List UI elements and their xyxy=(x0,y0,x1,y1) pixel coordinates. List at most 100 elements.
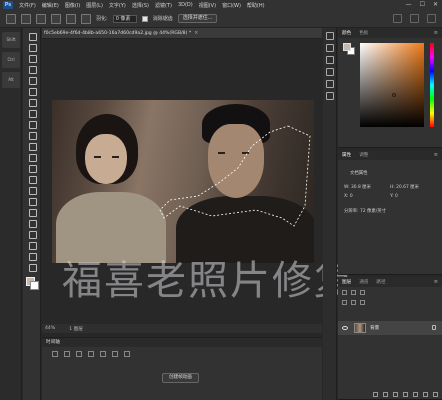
panel-menu-icon[interactable]: ≡ xyxy=(434,279,438,285)
photo-canvas[interactable] xyxy=(52,100,314,263)
share-icon[interactable] xyxy=(427,14,436,23)
search-icon[interactable] xyxy=(393,14,402,23)
lock-pixels-icon[interactable] xyxy=(342,299,347,305)
add-to-selection-icon[interactable] xyxy=(51,13,61,24)
ctrl-key-button[interactable]: Ctrl xyxy=(2,52,20,68)
create-frame-animation-button[interactable]: 创建帧动画 xyxy=(162,373,199,383)
subtract-selection-icon[interactable] xyxy=(66,13,76,24)
transition-icon[interactable] xyxy=(124,351,130,357)
pen-tool-icon[interactable] xyxy=(27,197,37,206)
adjustment-layer-icon[interactable] xyxy=(403,391,408,397)
audio-icon[interactable] xyxy=(100,351,106,357)
menu-window[interactable]: 窗口(W) xyxy=(222,2,241,9)
select-and-mask-button[interactable]: 选择并遮住... xyxy=(177,14,218,23)
dodge-tool-icon[interactable] xyxy=(27,186,37,195)
panel-menu-icon[interactable]: ≡ xyxy=(434,152,438,158)
lock-position-icon[interactable] xyxy=(351,299,356,305)
new-selection-icon[interactable] xyxy=(36,13,46,24)
hue-slider[interactable] xyxy=(430,43,434,127)
hand-tool-icon[interactable] xyxy=(27,241,37,250)
minimize-button[interactable]: — xyxy=(406,1,412,8)
link-layers-icon[interactable] xyxy=(373,391,378,397)
menu-3d[interactable]: 3D(D) xyxy=(178,2,193,8)
menu-select[interactable]: 选择(S) xyxy=(132,2,149,9)
width-value[interactable]: W: 30.8 厘米 xyxy=(344,184,371,190)
picker-cursor[interactable] xyxy=(392,93,396,97)
workspace-icon[interactable] xyxy=(410,14,419,23)
tab-properties[interactable]: 属性 xyxy=(342,152,351,158)
healing-brush-tool-icon[interactable] xyxy=(27,109,37,118)
edit-toolbar-icon[interactable] xyxy=(27,263,37,272)
history-panel-icon[interactable] xyxy=(325,32,334,40)
color-panel-foreground-swatch[interactable] xyxy=(343,43,351,51)
doc-info[interactable]: 1 图层 xyxy=(69,326,83,332)
crop-tool-icon[interactable] xyxy=(27,76,37,85)
menu-file[interactable]: 文件(F) xyxy=(19,2,36,9)
styles-panel-icon[interactable] xyxy=(325,56,334,64)
lasso-tool-icon[interactable] xyxy=(27,54,37,63)
split-icon[interactable] xyxy=(112,351,118,357)
add-mask-icon[interactable] xyxy=(393,391,398,397)
panel-menu-icon[interactable]: ≡ xyxy=(434,30,438,36)
layer-name[interactable]: 背景 xyxy=(370,325,379,331)
opacity-icon[interactable] xyxy=(360,289,365,295)
first-frame-icon[interactable] xyxy=(52,351,58,357)
layer-row-background[interactable]: 背景 xyxy=(338,321,442,335)
eyedropper-tool-icon[interactable] xyxy=(27,98,37,107)
gradient-tool-icon[interactable] xyxy=(27,164,37,173)
new-layer-icon[interactable] xyxy=(423,391,428,397)
close-tab-icon[interactable]: × xyxy=(194,30,198,36)
move-tool-icon[interactable] xyxy=(27,32,37,41)
background-color-swatch[interactable] xyxy=(30,281,39,290)
visibility-eye-icon[interactable] xyxy=(342,326,348,330)
tab-channels[interactable]: 通道 xyxy=(359,279,368,285)
path-select-tool-icon[interactable] xyxy=(27,219,37,228)
new-group-icon[interactable] xyxy=(413,391,418,397)
tab-color[interactable]: 颜色 xyxy=(342,30,351,36)
trash-icon[interactable] xyxy=(433,391,438,397)
shape-tool-icon[interactable] xyxy=(27,230,37,239)
intersect-selection-icon[interactable] xyxy=(81,13,91,24)
menu-view[interactable]: 视图(V) xyxy=(199,2,216,9)
quick-select-tool-icon[interactable] xyxy=(27,65,37,74)
menu-help[interactable]: 帮助(H) xyxy=(247,2,265,9)
height-value[interactable]: H: 20.67 厘米 xyxy=(390,184,419,190)
tab-swatches[interactable]: 色板 xyxy=(359,30,368,36)
menu-layer[interactable]: 图层(L) xyxy=(86,2,103,9)
paragraph-panel-icon[interactable] xyxy=(325,80,334,88)
menu-edit[interactable]: 编辑(E) xyxy=(42,2,59,9)
type-tool-icon[interactable] xyxy=(27,208,37,217)
filter-kind-icon[interactable] xyxy=(342,289,347,295)
y-value[interactable]: Y: 0 xyxy=(390,194,398,199)
prev-frame-icon[interactable] xyxy=(64,351,70,357)
tab-adjustments[interactable]: 调整 xyxy=(359,152,368,158)
shift-key-button[interactable]: Shift xyxy=(2,32,20,48)
blend-mode-icon[interactable] xyxy=(351,289,356,295)
zoom-level[interactable]: 44% xyxy=(45,326,55,331)
frame-tool-icon[interactable] xyxy=(27,87,37,96)
next-frame-icon[interactable] xyxy=(88,351,94,357)
close-button[interactable]: ✕ xyxy=(433,1,438,8)
clone-stamp-tool-icon[interactable] xyxy=(27,131,37,140)
eraser-tool-icon[interactable] xyxy=(27,153,37,162)
alt-key-button[interactable]: Alt xyxy=(2,72,20,88)
feather-input[interactable]: 0 像素 xyxy=(112,14,137,23)
adjust-panel-icon[interactable] xyxy=(325,44,334,52)
play-icon[interactable] xyxy=(76,351,82,357)
document-tab[interactable]: f0c5eb69e-4f6d-4b8b-a650-16a7d60cd9a2.jp… xyxy=(42,28,322,39)
x-value[interactable]: X: 0 xyxy=(344,194,353,199)
maximize-button[interactable]: ☐ xyxy=(420,1,425,8)
menu-image[interactable]: 图像(I) xyxy=(65,2,80,9)
history-brush-tool-icon[interactable] xyxy=(27,142,37,151)
fx-icon[interactable] xyxy=(383,391,388,397)
blur-tool-icon[interactable] xyxy=(27,175,37,184)
menu-type[interactable]: 文字(Y) xyxy=(109,2,126,9)
home-icon[interactable] xyxy=(6,13,16,24)
brush-tool-icon[interactable] xyxy=(27,120,37,129)
zoom-tool-icon[interactable] xyxy=(27,252,37,261)
lock-all-icon[interactable] xyxy=(360,299,365,305)
tab-layers[interactable]: 图层 xyxy=(342,279,351,285)
tab-paths[interactable]: 路径 xyxy=(376,279,385,285)
antialias-checkbox[interactable] xyxy=(141,15,148,22)
menu-filter[interactable]: 滤镜(T) xyxy=(155,2,172,9)
